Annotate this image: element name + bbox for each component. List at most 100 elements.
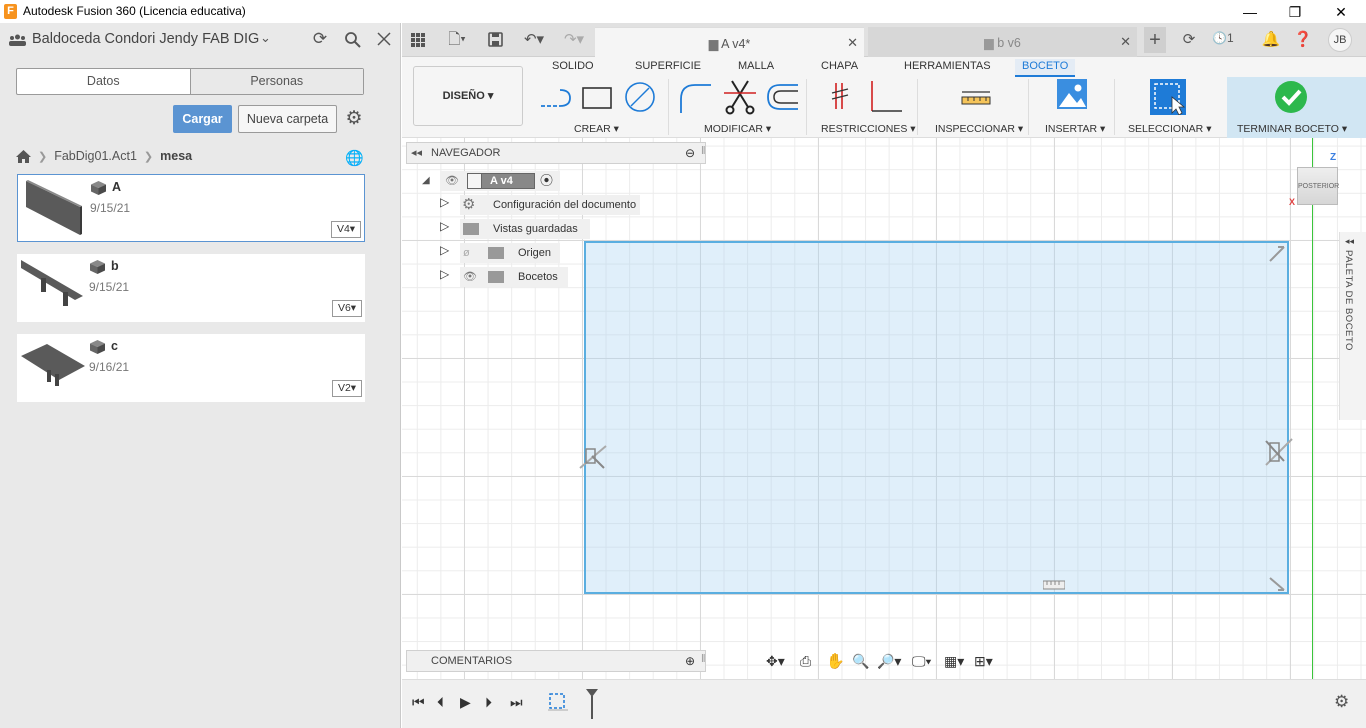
finish-sketch-button[interactable]: TERMINAR BOCETO ▾ [1237, 123, 1347, 135]
expand-triangle-icon[interactable]: ▷ [440, 243, 449, 257]
browser-header[interactable]: ◂◂ NAVEGADOR ⊖ ‖ [406, 142, 706, 164]
pin-handle-icon[interactable]: ‖ [701, 145, 706, 157]
file-card-c[interactable]: c 9/16/21 V2▾ [17, 334, 365, 402]
tab-personas[interactable]: Personas [190, 69, 363, 94]
eye-hidden-icon[interactable]: ø [463, 243, 470, 263]
tree-item-document-settings[interactable]: ⚙ Configuración del documento [460, 195, 640, 215]
timeline-settings-gear-icon[interactable]: ⚙ [1334, 692, 1349, 712]
go-to-start-icon[interactable]: ⏮ [412, 694, 425, 711]
save-icon[interactable] [488, 32, 503, 47]
tree-item-sketches[interactable]: 👁 Bocetos [460, 267, 568, 287]
component-root[interactable]: A v4 [467, 173, 535, 189]
finish-sketch-check-icon[interactable] [1275, 81, 1307, 117]
chevron-down-icon[interactable]: ⌄ [260, 30, 271, 46]
line-tool-icon[interactable] [538, 79, 574, 115]
user-avatar[interactable]: JB [1328, 28, 1352, 52]
tree-item-saved-views[interactable]: Vistas guardadas [460, 219, 590, 239]
rectangle-tool-icon[interactable] [580, 79, 616, 115]
tab-malla[interactable]: MALLA [731, 59, 781, 77]
group-seleccionar[interactable]: SELECCIONAR ▾ [1128, 123, 1211, 135]
upload-button[interactable]: Cargar [173, 105, 232, 133]
tab-herramientas[interactable]: HERRAMIENTAS [897, 59, 998, 77]
perpendicular-constraint-icon[interactable] [866, 79, 902, 115]
tab-boceto[interactable]: BOCETO [1015, 59, 1076, 77]
breadcrumb-project[interactable]: FabDig01.Act1 [54, 149, 137, 163]
plus-circle-icon[interactable]: ⊕ [685, 654, 695, 668]
eye-icon[interactable]: 👁 [463, 267, 477, 287]
close-window-button[interactable]: ✕ [1318, 2, 1364, 22]
zoom-window-icon[interactable]: 🔎▾ [877, 653, 901, 670]
step-back-icon[interactable]: ⏴ [437, 694, 444, 711]
expand-triangle-icon[interactable]: ▷ [440, 219, 449, 233]
offset-tool-icon[interactable] [764, 79, 800, 115]
gear-icon[interactable]: ⚙ [343, 108, 365, 130]
group-crear[interactable]: CREAR ▾ [574, 123, 619, 135]
close-tab-icon[interactable]: ✕ [1120, 34, 1131, 50]
sketch-palette-tab[interactable]: ◂◂ PALETA DE BOCETO [1339, 232, 1366, 420]
eye-icon[interactable]: 👁 [445, 171, 459, 191]
file-card-b[interactable]: b 9/15/21 V6▾ [17, 254, 365, 322]
job-status[interactable]: 🕓1 [1212, 31, 1234, 45]
pin-handle-icon[interactable]: ‖ [701, 653, 706, 665]
help-icon[interactable]: ❓ [1292, 30, 1314, 50]
tree-item-origin[interactable]: ø Origen [460, 243, 560, 263]
timeline-sketch-feature-icon[interactable] [548, 690, 568, 714]
activate-radio-icon[interactable]: ⦿ [540, 171, 553, 191]
bell-icon[interactable]: 🔔 [1260, 30, 1282, 50]
insert-image-icon[interactable] [1057, 79, 1087, 115]
new-tab-icon[interactable]: + [1144, 27, 1166, 53]
circle-tool-icon[interactable] [623, 79, 659, 115]
group-restricciones[interactable]: RESTRICCIONES ▾ [821, 123, 916, 135]
restore-button[interactable]: ❐ [1272, 2, 1318, 22]
globe-icon[interactable]: 🌐 [345, 149, 364, 167]
display-settings-icon[interactable]: 🖵▾ [912, 653, 931, 670]
extensions-icon[interactable]: ⟳ [1178, 30, 1200, 50]
tab-chapa[interactable]: CHAPA [814, 59, 865, 77]
collapse-browser-icon[interactable]: ◂◂ [411, 146, 422, 159]
new-folder-button[interactable]: Nueva carpeta [238, 105, 337, 133]
go-to-end-icon[interactable]: ⏭ [510, 694, 523, 711]
collapse-triangle-icon[interactable]: ◢ [422, 171, 436, 191]
zoom-icon[interactable]: 🔍 [852, 653, 869, 670]
search-icon[interactable] [344, 31, 361, 48]
group-inspeccionar[interactable]: INSPECCIONAR ▾ [935, 123, 1023, 135]
timeline-marker-icon[interactable] [585, 688, 599, 720]
group-modificar[interactable]: MODIFICAR ▾ [704, 123, 771, 135]
tab-a-v4[interactable]: ▆ A v4* ✕ [595, 27, 864, 57]
step-forward-icon[interactable]: ⏵ [485, 694, 492, 711]
view-cube[interactable]: POSTERIOR [1297, 167, 1339, 205]
tab-datos[interactable]: Datos [17, 69, 191, 94]
close-panel-icon[interactable] [377, 32, 391, 46]
measure-ruler-icon[interactable] [960, 79, 992, 115]
file-card-a[interactable]: A 9/15/21 V4▾ [17, 174, 365, 242]
grid-settings-icon[interactable]: ▦▾ [944, 653, 964, 670]
tab-superficie[interactable]: SUPERFICIE [628, 59, 708, 77]
workspace-selector[interactable]: DISEÑO ▾ [413, 66, 523, 126]
play-icon[interactable]: ▶ [460, 694, 471, 711]
select-tool-icon[interactable] [1150, 79, 1186, 115]
refresh-icon[interactable]: ⟳ [310, 29, 330, 49]
look-at-icon[interactable]: ⎙ [800, 653, 811, 670]
redo-icon[interactable]: ↷▾ [559, 30, 589, 50]
expand-triangle-icon[interactable]: ▷ [440, 267, 449, 281]
tree-root-row[interactable]: 👁 A v4 ⦿ [440, 171, 560, 191]
minus-circle-icon[interactable]: ⊖ [685, 146, 695, 160]
minimize-button[interactable]: — [1227, 2, 1273, 22]
trim-scissors-icon[interactable] [722, 79, 758, 115]
sketch-rectangle[interactable] [584, 241, 1289, 594]
group-insertar[interactable]: INSERTAR ▾ [1045, 123, 1105, 135]
viewports-icon[interactable]: ⊞▾ [974, 653, 993, 670]
home-icon[interactable] [16, 149, 31, 163]
orbit-move-icon[interactable]: ✥▾ [766, 653, 785, 670]
tab-b-v6[interactable]: ▆ b v6 ✕ [868, 27, 1137, 57]
team-name[interactable]: Baldoceda Condori Jendy FAB DIG [32, 31, 259, 47]
file-menu-icon[interactable]: 🗋▾ [442, 30, 472, 50]
undo-icon[interactable]: ↶▾ [519, 30, 549, 50]
close-tab-icon[interactable]: ✕ [847, 35, 858, 51]
fillet-tool-icon[interactable] [677, 79, 713, 115]
expand-palette-icon[interactable]: ◂◂ [1345, 236, 1354, 247]
pan-hand-icon[interactable]: ✋ [826, 652, 845, 670]
version-dropdown[interactable]: V2▾ [332, 380, 362, 397]
comments-bar[interactable]: COMENTARIOS ⊕ ‖ [406, 650, 706, 672]
version-dropdown[interactable]: V4▾ [331, 221, 361, 238]
